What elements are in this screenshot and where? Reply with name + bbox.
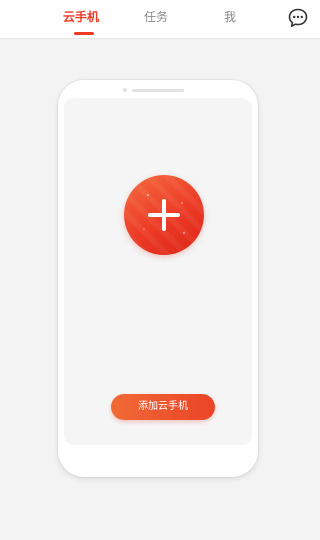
- phone-speaker: [132, 89, 184, 92]
- tab-me[interactable]: 我: [224, 9, 236, 25]
- phone-mockup: 添加云手机: [58, 80, 258, 477]
- plus-icon: [143, 194, 185, 234]
- chat-bubble-icon: [288, 8, 308, 27]
- tab-cloud-phone[interactable]: 云手机: [63, 9, 99, 25]
- add-cloud-phone-button[interactable]: 添加云手机: [111, 394, 215, 420]
- tab-tasks[interactable]: 任务: [144, 9, 168, 25]
- active-tab-indicator: [74, 32, 94, 35]
- phone-screen: 添加云手机: [64, 98, 252, 445]
- add-cloud-phone-circle-button[interactable]: [124, 175, 204, 255]
- phone-camera: [123, 88, 127, 92]
- message-button[interactable]: [287, 7, 309, 29]
- top-tab-bar: 云手机 任务 我: [0, 0, 320, 39]
